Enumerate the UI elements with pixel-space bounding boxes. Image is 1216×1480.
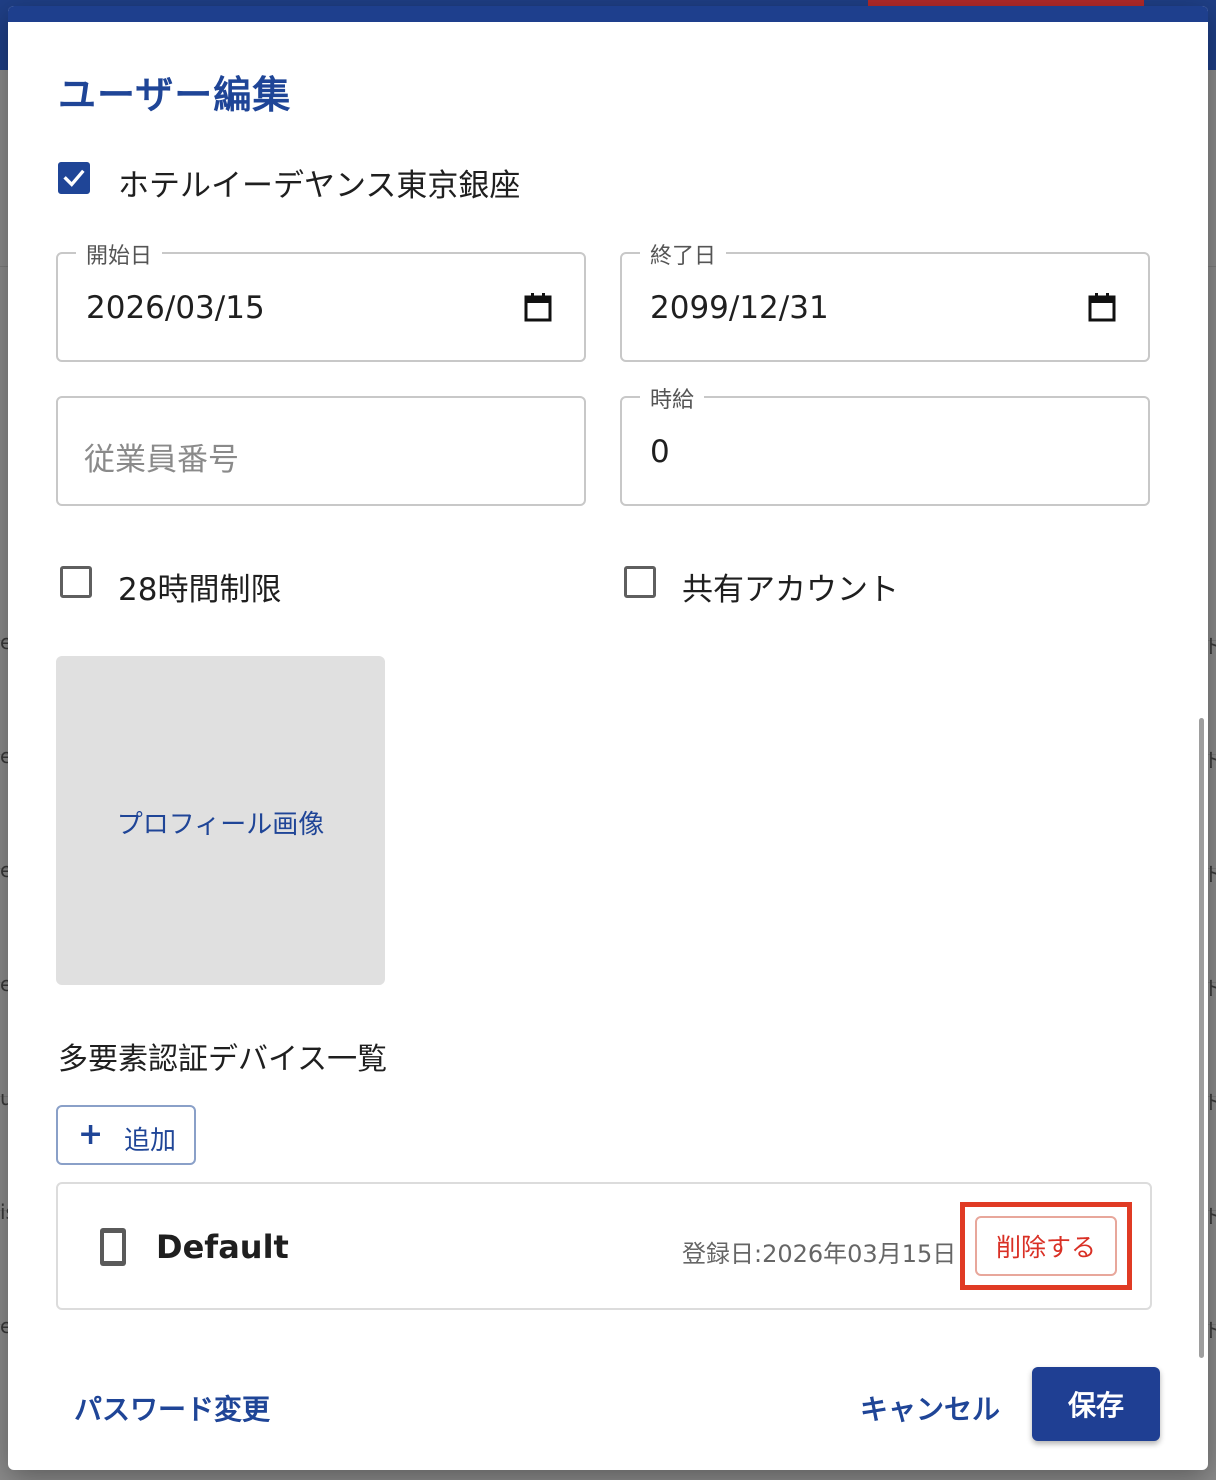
- smartphone-icon: [100, 1228, 126, 1266]
- employee-number-field[interactable]: 従業員番号: [56, 396, 586, 506]
- shared-account-checkbox[interactable]: [624, 566, 656, 598]
- hourly-wage-field[interactable]: 時給 0: [620, 382, 1150, 506]
- start-date-value: 2026/03/15: [86, 290, 265, 326]
- checkmark-icon: [63, 169, 85, 187]
- add-device-button[interactable]: + 追加: [56, 1105, 196, 1165]
- device-registered-date: 登録日:2026年03月15日: [682, 1240, 957, 1268]
- change-password-button[interactable]: パスワード変更: [74, 1388, 270, 1428]
- device-list-item: Default 登録日:2026年03月15日 削除する: [56, 1182, 1152, 1310]
- calendar-icon[interactable]: [1088, 292, 1116, 322]
- hourly-wage-value: 0: [650, 434, 670, 470]
- limit-28h-checkbox[interactable]: [60, 566, 92, 598]
- delete-device-button[interactable]: 削除する: [975, 1216, 1117, 1276]
- dialog-scrollbar[interactable]: [1199, 718, 1204, 1358]
- end-date-label: 終了日: [640, 238, 727, 270]
- end-date-field[interactable]: 終了日 2099/12/31: [620, 238, 1150, 362]
- limit-28h-label: 28時間制限: [118, 572, 282, 608]
- save-button[interactable]: 保存: [1032, 1367, 1160, 1441]
- user-edit-dialog: ユーザー編集 ホテルイーデヤンス東京銀座 開始日 2026/03/15 終了日 …: [8, 6, 1208, 1470]
- calendar-icon[interactable]: [524, 292, 552, 322]
- device-name: Default: [156, 1228, 289, 1266]
- shared-account-label: 共有アカウント: [682, 572, 899, 608]
- hourly-wage-label: 時給: [640, 382, 705, 414]
- end-date-value: 2099/12/31: [650, 290, 829, 326]
- profile-image-label: プロフィール画像: [116, 810, 325, 840]
- hotel-checkbox[interactable]: [58, 162, 90, 194]
- start-date-field[interactable]: 開始日 2026/03/15: [56, 238, 586, 362]
- dialog-title: ユーザー編集: [58, 73, 292, 117]
- hotel-label: ホテルイーデヤンス東京銀座: [118, 168, 521, 204]
- mfa-section-heading: 多要素認証デバイス一覧: [58, 1042, 388, 1077]
- profile-image-upload[interactable]: プロフィール画像: [56, 656, 385, 985]
- employee-number-placeholder: 従業員番号: [84, 442, 239, 478]
- dialog-top-border: [8, 6, 1208, 22]
- cancel-button[interactable]: キャンセル: [860, 1388, 1000, 1428]
- plus-icon: +: [78, 1117, 104, 1152]
- delete-button-highlight: 削除する: [960, 1202, 1132, 1290]
- start-date-label: 開始日: [76, 238, 163, 270]
- add-device-label: 追加: [124, 1126, 177, 1156]
